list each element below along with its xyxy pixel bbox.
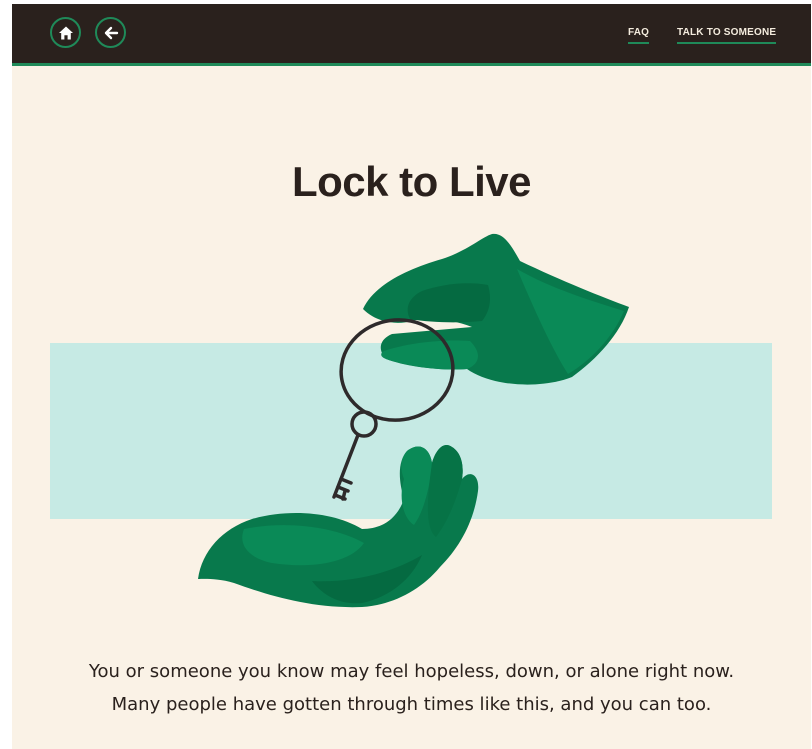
page-frame: FAQ TALK TO SOMEONE Lock to Live You or …: [12, 4, 811, 749]
home-icon: [58, 26, 73, 39]
nav-link-faq[interactable]: FAQ: [628, 27, 650, 44]
intro-text-line-1: You or someone you know may feel hopeles…: [88, 661, 735, 682]
top-navigation-bar: FAQ TALK TO SOMEONE: [12, 4, 811, 66]
intro-text-line-2: Many people have gotten through times li…: [111, 694, 712, 715]
nav-link-talk-to-someone[interactable]: TALK TO SOMEONE: [677, 27, 777, 44]
page-title: Lock to Live: [291, 158, 532, 205]
intro-text: You or someone you know may feel hopeles…: [12, 655, 811, 721]
back-button[interactable]: [95, 17, 126, 48]
home-button[interactable]: [50, 17, 81, 48]
hands-passing-key-illustration: [50, 233, 772, 608]
arrow-left-icon: [104, 26, 118, 39]
top-hand: [363, 233, 629, 385]
